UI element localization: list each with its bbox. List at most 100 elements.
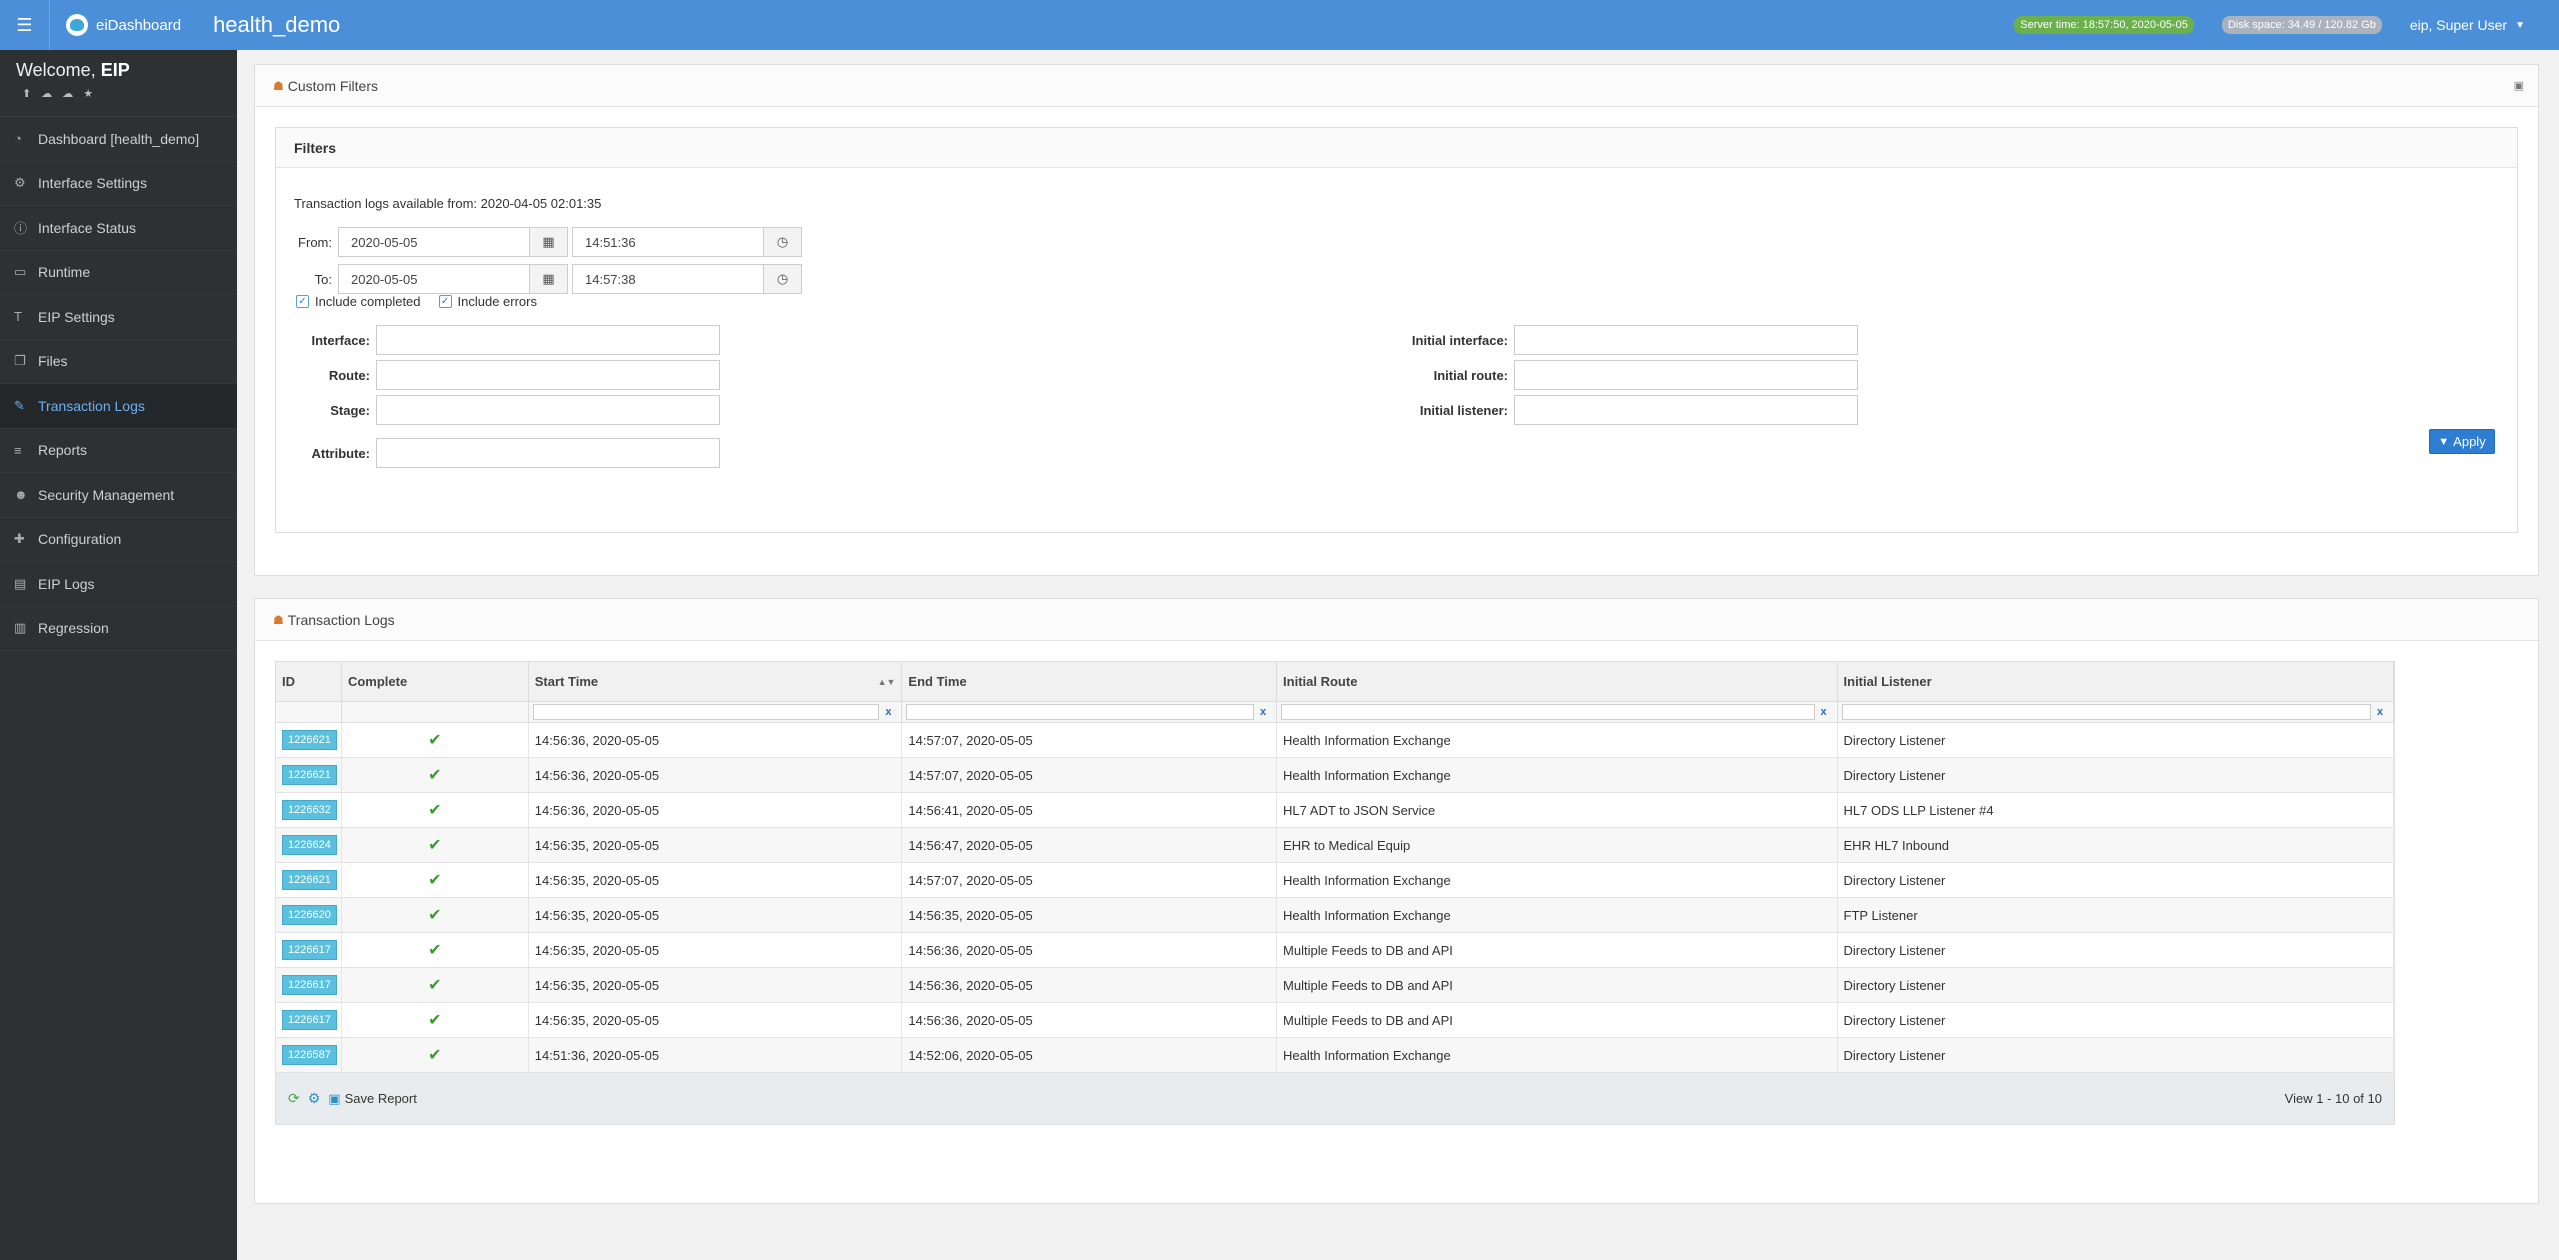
refresh-icon[interactable]: ⟳: [288, 1090, 300, 1107]
transaction-logs-header: ☗ Transaction Logs: [255, 599, 2538, 641]
table-row[interactable]: 1226617 ✔ 14:56:35, 2020-05-05 14:56:36,…: [275, 968, 2395, 1003]
sidebar-item-interface-status[interactable]: ⓘ Interface Status: [0, 206, 237, 251]
table-row[interactable]: 1226620 ✔ 14:56:35, 2020-05-05 14:56:35,…: [275, 898, 2395, 933]
clock-icon[interactable]: ◷: [764, 264, 802, 294]
column-header-complete[interactable]: Complete: [342, 662, 529, 701]
sidebar-item-configuration[interactable]: ✚ Configuration: [0, 518, 237, 562]
clear-filter-icon[interactable]: x: [1254, 706, 1272, 718]
initial-interface-input[interactable]: [1514, 325, 1858, 355]
clear-filter-icon[interactable]: x: [2371, 706, 2389, 718]
end-time-filter-input[interactable]: [906, 704, 1255, 720]
table-row[interactable]: 1226624 ✔ 14:56:35, 2020-05-05 14:56:47,…: [275, 828, 2395, 863]
route-field: Route:: [276, 360, 720, 390]
column-settings-icon[interactable]: ⚙: [308, 1090, 321, 1107]
column-header-initial-route[interactable]: Initial Route: [1277, 662, 1838, 701]
brand[interactable]: eiDashboard: [66, 14, 181, 36]
transaction-id-badge[interactable]: 1226624: [282, 835, 337, 855]
initial-route-filter-input[interactable]: [1281, 704, 1815, 720]
clear-filter-icon[interactable]: x: [879, 706, 897, 718]
clock-icon[interactable]: ◷: [764, 227, 802, 257]
initial-route-input[interactable]: [1514, 360, 1858, 390]
include-errors-checkbox[interactable]: ✓ Include errors: [438, 294, 537, 309]
calendar-icon[interactable]: ▦: [530, 227, 568, 257]
initial-route-cell: Multiple Feeds to DB and API: [1277, 1003, 1838, 1037]
initial-route-cell: EHR to Medical Equip: [1277, 828, 1838, 862]
initial-listener-field: Initial listener:: [1376, 395, 1858, 425]
column-header-start-time[interactable]: Start Time ▲▼: [529, 662, 903, 701]
sidebar-item-dashboard[interactable]: ◔ Dashboard [health_demo]: [0, 117, 237, 162]
initial-route-cell: Health Information Exchange: [1277, 898, 1838, 932]
sidebar-item-runtime[interactable]: ▭ Runtime: [0, 251, 237, 295]
save-report-button[interactable]: ▣ Save Report: [328, 1091, 417, 1107]
table-row[interactable]: 1226617 ✔ 14:56:35, 2020-05-05 14:56:36,…: [275, 933, 2395, 968]
route-input[interactable]: [376, 360, 720, 390]
clear-filter-icon[interactable]: x: [1815, 706, 1833, 718]
table-row[interactable]: 1226617 ✔ 14:56:35, 2020-05-05 14:56:36,…: [275, 1003, 2395, 1038]
column-header-id[interactable]: ID: [276, 662, 342, 701]
brand-logo-icon: [66, 14, 88, 36]
sidebar-item-transaction-logs[interactable]: ✎ Transaction Logs: [0, 384, 237, 429]
sidebar-item-label: Interface Settings: [38, 175, 147, 192]
to-date-input[interactable]: 2020-05-05: [338, 264, 530, 294]
table-filter-row: x x x x: [275, 701, 2395, 723]
transaction-id-badge[interactable]: 1226621: [282, 730, 337, 750]
table-row[interactable]: 1226587 ✔ 14:51:36, 2020-05-05 14:52:06,…: [275, 1038, 2395, 1073]
sort-icon[interactable]: ▲▼: [878, 677, 896, 687]
sidebar-item-security-management[interactable]: ☻ Security Management: [0, 473, 237, 518]
transaction-id-badge[interactable]: 1226587: [282, 1045, 337, 1065]
interface-label: Interface:: [311, 332, 370, 348]
apply-button[interactable]: ▼ Apply: [2429, 429, 2495, 454]
users-icon: ☻: [14, 487, 28, 503]
table-row[interactable]: 1226621 ✔ 14:56:36, 2020-05-05 14:57:07,…: [275, 758, 2395, 793]
sidebar-item-eip-settings[interactable]: T EIP Settings: [0, 295, 237, 340]
sidebar-item-files[interactable]: ❐ Files: [0, 340, 237, 384]
sidebar-item-interface-settings[interactable]: ⚙ Interface Settings: [0, 162, 237, 206]
check-icon: ✔: [428, 837, 442, 854]
check-icon: ✔: [428, 977, 442, 994]
sidebar-item-reports[interactable]: ≡ Reports: [0, 429, 237, 473]
from-date-input[interactable]: 2020-05-05: [338, 227, 530, 257]
sidebar-item-label: Interface Status: [38, 219, 137, 236]
transaction-id-badge[interactable]: 1226617: [282, 975, 337, 995]
brand-name: eiDashboard: [96, 16, 182, 34]
sidebar-item-eip-logs[interactable]: ▤ EIP Logs: [0, 562, 237, 607]
table-row[interactable]: 1226621 ✔ 14:56:35, 2020-05-05 14:57:07,…: [275, 863, 2395, 898]
collapse-icon[interactable]: ▣: [2514, 79, 2524, 92]
interface-input[interactable]: [376, 325, 720, 355]
calendar-icon[interactable]: ▦: [530, 264, 568, 294]
transaction-id-badge[interactable]: 1226632: [282, 800, 337, 820]
include-completed-checkbox[interactable]: ✓ Include completed: [296, 294, 421, 309]
check-icon: ✔: [428, 872, 442, 889]
cloud-download-icon[interactable]: ☁: [62, 87, 73, 100]
to-time-input[interactable]: 14:57:38: [572, 264, 764, 294]
transaction-id-badge[interactable]: 1226617: [282, 940, 337, 960]
menu-toggle-icon[interactable]: ☰: [0, 0, 50, 50]
transaction-id-badge[interactable]: 1226617: [282, 1010, 337, 1030]
column-header-initial-listener[interactable]: Initial Listener: [1838, 662, 2394, 701]
transaction-id-badge[interactable]: 1226620: [282, 905, 337, 925]
start-time-filter-input[interactable]: [532, 704, 880, 720]
filter-cell-id: [276, 702, 342, 722]
end-time-cell: 14:56:36, 2020-05-05: [902, 968, 1278, 1002]
attribute-input[interactable]: [376, 438, 720, 468]
stage-input[interactable]: [376, 395, 720, 425]
start-time-cell: 14:56:36, 2020-05-05: [529, 793, 903, 827]
end-time-cell: 14:56:47, 2020-05-05: [902, 828, 1278, 862]
users-icon: ☗: [273, 612, 284, 627]
monitor-icon: ▭: [14, 264, 27, 280]
start-time-cell: 14:56:35, 2020-05-05: [529, 898, 903, 932]
table-row[interactable]: 1226632 ✔ 14:56:36, 2020-05-05 14:56:41,…: [275, 793, 2395, 828]
cloud-upload-icon[interactable]: ☁: [41, 87, 52, 100]
transaction-id-badge[interactable]: 1226621: [282, 765, 337, 785]
table-row[interactable]: 1226621 ✔ 14:56:36, 2020-05-05 14:57:07,…: [275, 723, 2395, 758]
column-header-end-time[interactable]: End Time: [902, 662, 1278, 701]
transaction-id-badge[interactable]: 1226621: [282, 870, 337, 890]
user-menu[interactable]: eip, Super User ▼: [2410, 17, 2525, 33]
initial-listener-filter-input[interactable]: [1841, 704, 2371, 720]
initial-listener-input[interactable]: [1514, 395, 1858, 425]
upload-icon[interactable]: ⬆: [22, 87, 31, 100]
sidebar-item-regression[interactable]: ▥ Regression: [0, 607, 237, 651]
floppy-icon: ▣: [328, 1090, 341, 1106]
star-icon[interactable]: ★: [83, 87, 93, 100]
from-time-input[interactable]: 14:51:36: [572, 227, 764, 257]
